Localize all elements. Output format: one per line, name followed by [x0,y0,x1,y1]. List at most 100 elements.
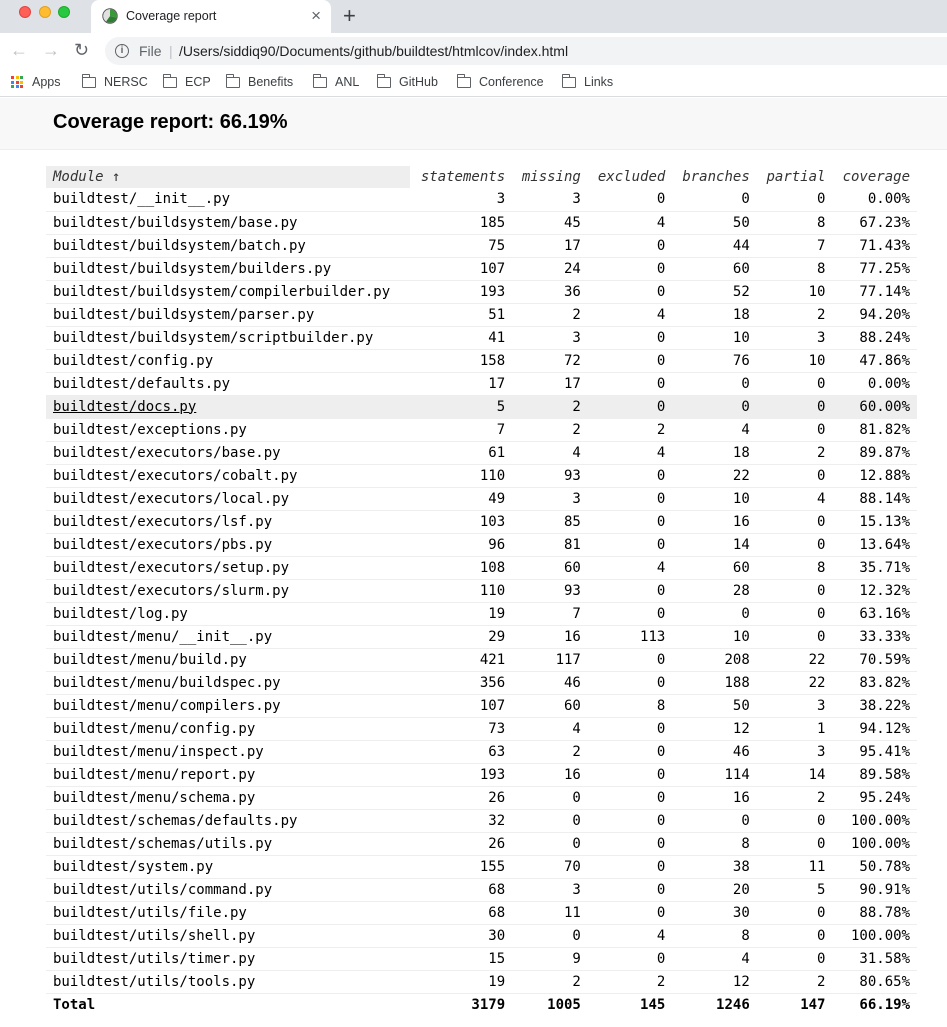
module-link[interactable]: buildtest/exceptions.py [46,418,411,442]
module-link[interactable]: buildtest/menu/inspect.py [46,740,411,764]
table-row[interactable]: buildtest/system.py 155 70 0 38 11 50.78% [46,855,917,879]
bookmark-nersc[interactable]: NERSC [82,73,148,89]
close-window-button[interactable] [19,6,31,18]
module-link[interactable]: buildtest/utils/command.py [46,878,411,902]
table-row[interactable]: buildtest/menu/__init__.py 29 16 113 10 0 33.3… [46,625,917,649]
column-header-partial[interactable]: partial [757,166,833,188]
column-header-branches[interactable]: branches [672,166,756,188]
cell-coverage: 35.71% [832,556,917,580]
bookmark-ecp[interactable]: ECP [163,73,211,89]
table-row[interactable]: buildtest/executors/lsf.py 103 85 0 16 0 15.13… [46,510,917,534]
table-row[interactable]: buildtest/schemas/defaults.py 32 0 0 0 0 100.0… [46,809,917,833]
table-row[interactable]: buildtest/menu/config.py 73 4 0 12 1 94.12% [46,717,917,741]
module-link[interactable]: buildtest/menu/compilers.py [46,694,411,718]
tab-coverage-report[interactable]: Coverage report × [91,0,331,33]
module-link[interactable]: buildtest/schemas/defaults.py [46,809,411,833]
module-link[interactable]: buildtest/buildsystem/batch.py [46,234,411,258]
module-link[interactable]: buildtest/buildsystem/base.py [46,211,411,235]
tab-close-icon[interactable]: × [311,6,321,26]
module-link[interactable]: buildtest/utils/timer.py [46,947,411,971]
module-link[interactable]: buildtest/log.py [46,602,411,626]
bookmark-links[interactable]: Links [562,73,613,89]
table-row[interactable]: buildtest/__init__.py 3 3 0 0 0 0.00% [46,188,917,212]
table-row[interactable]: buildtest/buildsystem/batch.py 75 17 0 44 7 71… [46,234,917,258]
module-link[interactable]: buildtest/schemas/utils.py [46,832,411,856]
minimize-window-button[interactable] [39,6,51,18]
table-row[interactable]: buildtest/executors/setup.py 108 60 4 60 8 35.… [46,556,917,580]
address-bar[interactable]: i File | /Users/siddiq90/Documents/githu… [105,37,947,65]
module-link[interactable]: buildtest/config.py [46,349,411,373]
table-row[interactable]: buildtest/menu/report.py 193 16 0 114 14 89.58… [46,763,917,787]
table-row[interactable]: buildtest/utils/tools.py 19 2 2 12 2 80.65% [46,970,917,994]
table-row[interactable]: buildtest/config.py 158 72 0 76 10 47.86% [46,349,917,373]
table-row[interactable]: buildtest/buildsystem/compilerbuilder.py… [46,280,917,304]
module-link[interactable]: buildtest/executors/base.py [46,441,411,465]
table-row[interactable]: buildtest/docs.py 5 2 0 0 0 60.00% [46,395,917,419]
module-link[interactable]: buildtest/utils/tools.py [46,970,411,994]
module-link[interactable]: buildtest/buildsystem/parser.py [46,303,411,327]
module-link[interactable]: buildtest/menu/config.py [46,717,411,741]
module-link[interactable]: buildtest/docs.py [46,395,411,419]
column-header-coverage[interactable]: coverage [832,166,917,188]
bookmark-apps[interactable]: Apps [11,75,61,89]
fullscreen-window-button[interactable] [58,6,70,18]
table-row[interactable]: buildtest/menu/buildspec.py 356 46 0 188 22 83… [46,671,917,695]
table-row[interactable]: buildtest/executors/local.py 49 3 0 10 4 88.14… [46,487,917,511]
module-link[interactable]: buildtest/system.py [46,855,411,879]
module-link[interactable]: buildtest/utils/shell.py [46,924,411,948]
column-header-statements[interactable]: statements [410,166,512,188]
table-row[interactable]: buildtest/utils/command.py 68 3 0 20 5 90.91% [46,878,917,902]
module-link[interactable]: buildtest/buildsystem/builders.py [46,257,411,281]
table-row[interactable]: buildtest/buildsystem/base.py 185 45 4 50 8 67… [46,211,917,235]
module-link[interactable]: buildtest/executors/pbs.py [46,533,411,557]
module-link[interactable]: buildtest/executors/lsf.py [46,510,411,534]
back-arrow-icon[interactable]: ← [10,40,28,60]
new-tab-button[interactable]: + [343,4,356,28]
module-link[interactable]: buildtest/__init__.py [46,188,411,212]
module-link[interactable]: buildtest/executors/slurm.py [46,579,411,603]
module-link[interactable]: buildtest/buildsystem/scriptbuilder.py [46,326,411,350]
table-row[interactable]: buildtest/buildsystem/builders.py 107 24 0 6… [46,257,917,281]
table-row[interactable]: buildtest/defaults.py 17 17 0 0 0 0.00% [46,372,917,396]
module-link[interactable]: buildtest/executors/local.py [46,487,411,511]
table-row[interactable]: buildtest/utils/shell.py 30 0 4 8 0 100.00% [46,924,917,948]
bookmark-conference[interactable]: Conference [457,73,544,89]
module-link[interactable]: buildtest/menu/__init__.py [46,625,411,649]
url-text[interactable]: /Users/siddiq90/Documents/github/buildte… [179,43,568,59]
info-icon[interactable]: i [115,44,129,58]
module-link[interactable]: buildtest/menu/schema.py [46,786,411,810]
reload-icon[interactable]: ↻ [74,40,89,60]
module-link[interactable]: buildtest/executors/setup.py [46,556,411,580]
module-link[interactable]: buildtest/defaults.py [46,372,411,396]
table-row[interactable]: buildtest/menu/inspect.py 63 2 0 46 3 95.41% [46,740,917,764]
bookmark-github[interactable]: GitHub [377,73,438,89]
module-link[interactable]: buildtest/menu/buildspec.py [46,671,411,695]
table-row[interactable]: buildtest/utils/timer.py 15 9 0 4 0 31.58% [46,947,917,971]
table-row[interactable]: buildtest/menu/schema.py 26 0 0 16 2 95.24% [46,786,917,810]
column-header-module[interactable]: Module ↑ [46,166,411,188]
table-row[interactable]: buildtest/buildsystem/parser.py 51 2 4 18 2 94… [46,303,917,327]
table-row[interactable]: buildtest/schemas/utils.py 26 0 0 8 0 100.00% [46,832,917,856]
table-row[interactable]: buildtest/exceptions.py 7 2 2 4 0 81.82% [46,418,917,442]
cell-branches: 188 [672,671,757,695]
module-link[interactable]: buildtest/menu/build.py [46,648,411,672]
bookmark-benefits[interactable]: Benefits [226,73,293,89]
table-row[interactable]: buildtest/executors/slurm.py 110 93 0 28 0 12.… [46,579,917,603]
table-row[interactable]: buildtest/executors/cobalt.py 110 93 0 22 0 12… [46,464,917,488]
table-row[interactable]: buildtest/menu/build.py 421 117 0 208 22 70.59… [46,648,917,672]
table-row[interactable]: buildtest/executors/pbs.py 96 81 0 14 0 13.64% [46,533,917,557]
table-row[interactable]: buildtest/utils/file.py 68 11 0 30 0 88.78% [46,901,917,925]
forward-arrow-icon[interactable]: → [42,40,60,60]
table-row[interactable]: buildtest/executors/base.py 61 4 4 18 2 89.87% [46,441,917,465]
module-link[interactable]: buildtest/executors/cobalt.py [46,464,411,488]
module-link[interactable]: buildtest/menu/report.py [46,763,411,787]
table-row[interactable]: buildtest/buildsystem/scriptbuilder.py 41… [46,326,917,350]
column-header-excluded[interactable]: excluded [588,166,672,188]
module-link[interactable]: buildtest/utils/file.py [46,901,411,925]
column-header-missing[interactable]: missing [512,166,588,188]
module-link[interactable]: buildtest/buildsystem/compilerbuilder.py [46,280,411,304]
cell-partial: 4 [756,487,833,511]
table-row[interactable]: buildtest/menu/compilers.py 107 60 8 50 3 38.2… [46,694,917,718]
table-row[interactable]: buildtest/log.py 19 7 0 0 0 63.16% [46,602,917,626]
bookmark-anl[interactable]: ANL [313,73,359,89]
